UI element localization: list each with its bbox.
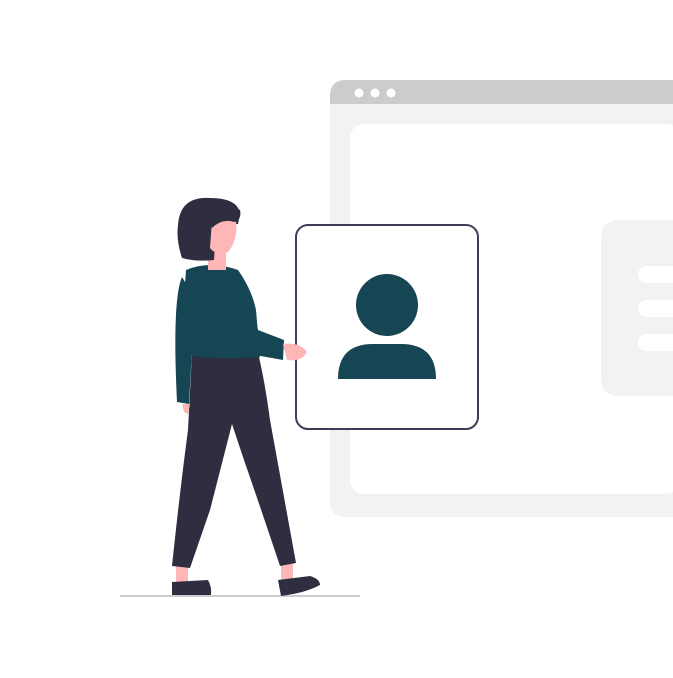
info-card-line [638,266,673,283]
window-dot-icon [354,88,364,98]
user-profile-icon-body [338,344,436,379]
shoe-left [172,580,212,595]
illustration-svg [120,80,673,597]
window-titlebar [330,80,673,104]
window-dot-icon [370,88,380,98]
info-card-line [638,334,673,351]
window-dot-icon [386,88,396,98]
hand-back [182,404,190,414]
pants [172,345,296,568]
profile-card [295,224,479,430]
info-card-line [638,300,673,317]
user-profile-icon-head [356,274,418,336]
illustration-scene [0,0,673,678]
